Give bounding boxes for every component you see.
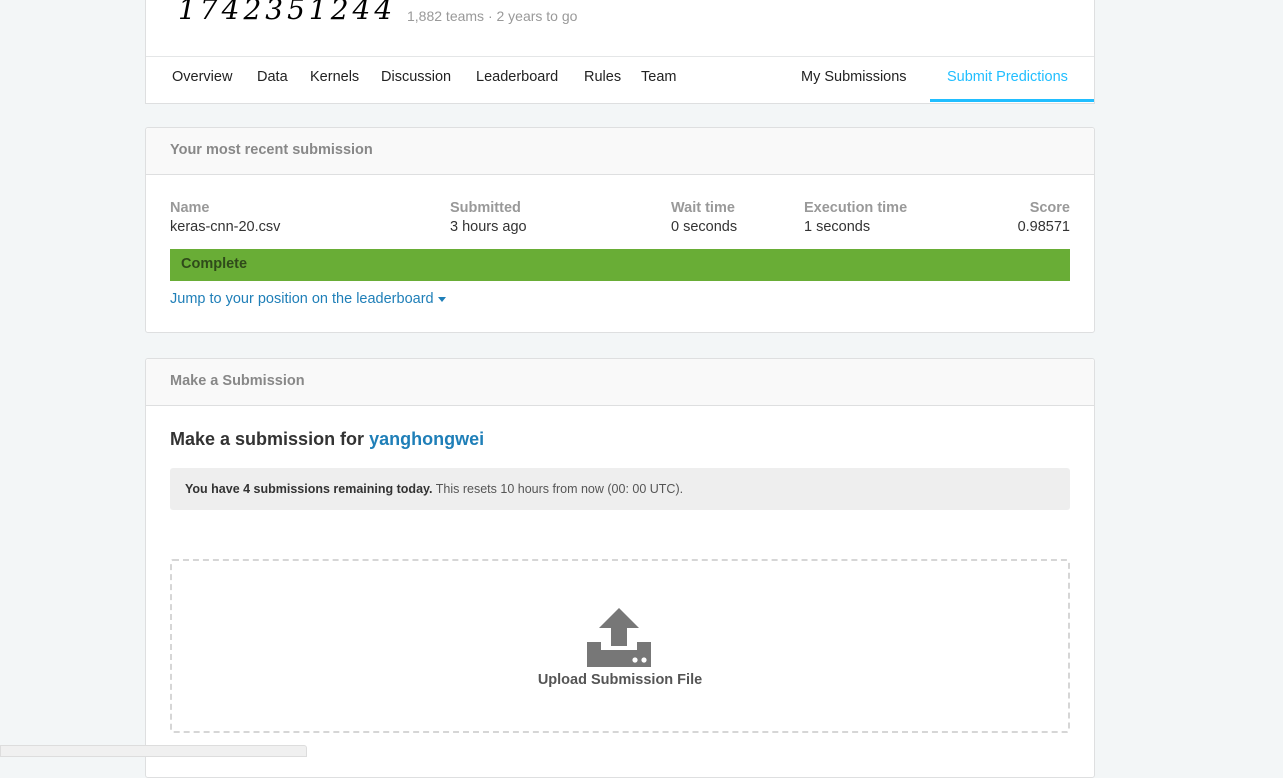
submission-title-prefix: Make a submission for: [170, 429, 365, 449]
name-value: keras-cnn-20.csv: [170, 219, 281, 235]
execution-time-value: 1 seconds: [804, 219, 871, 235]
submitted-label: Submitted: [450, 200, 521, 216]
submission-title: Make a submission for yanghongwei: [170, 429, 484, 450]
wait-time-column: Wait time 0 seconds: [671, 200, 737, 235]
jump-to-leaderboard-link[interactable]: Jump to your position on the leaderboard: [170, 291, 446, 307]
tab-kernels[interactable]: Kernels: [310, 69, 359, 85]
tab-leaderboard[interactable]: Leaderboard: [476, 69, 558, 85]
execution-time-label: Execution time: [804, 200, 908, 216]
tab-overview[interactable]: Overview: [172, 69, 232, 85]
submitted-column: Submitted 3 hours ago: [450, 200, 527, 235]
bottom-status-bar: [0, 745, 307, 757]
tab-rules[interactable]: Rules: [584, 69, 621, 85]
competition-tabs: Overview Data Kernels Discussion Leaderb…: [146, 56, 1094, 103]
tab-team[interactable]: Team: [641, 69, 676, 85]
tab-data[interactable]: Data: [257, 69, 288, 85]
wait-time-label: Wait time: [671, 200, 735, 216]
notice-bold: You have 4 submissions remaining today.: [185, 482, 433, 496]
upload-icon: [587, 608, 651, 667]
username-link[interactable]: yanghongwei: [369, 429, 484, 449]
make-submission-card: Make a Submission Make a submission for …: [145, 358, 1095, 778]
tab-discussion[interactable]: Discussion: [381, 69, 451, 85]
submitted-value: 3 hours ago: [450, 219, 527, 235]
score-value: 0.98571: [1017, 219, 1070, 235]
status-bar: Complete: [170, 249, 1070, 281]
upload-label: Upload Submission File: [537, 672, 703, 688]
jump-link-label: Jump to your position on the leaderboard: [170, 291, 434, 307]
active-tab-indicator: [930, 99, 1094, 102]
tab-my-submissions[interactable]: My Submissions: [801, 69, 907, 85]
upload-dropzone[interactable]: Upload Submission File: [170, 559, 1070, 733]
notice-rest: This resets 10 hours from now (00: 00 UT…: [432, 482, 684, 496]
competition-header: 1742351244 1,882 teams · 2 years to go O…: [145, 0, 1095, 104]
competition-meta: 1,882 teams · 2 years to go: [407, 8, 578, 24]
make-submission-heading: Make a Submission: [146, 359, 1094, 406]
tab-submit-predictions[interactable]: Submit Predictions: [947, 69, 1068, 85]
caret-down-icon: [437, 296, 446, 302]
competition-banner-image: 1742351244: [178, 0, 397, 26]
execution-time-column: Execution time 1 seconds: [804, 200, 907, 235]
name-label: Name: [170, 200, 210, 216]
name-column: Name keras-cnn-20.csv: [170, 200, 280, 235]
wait-time-value: 0 seconds: [671, 219, 738, 235]
recent-submission-heading: Your most recent submission: [146, 128, 1094, 175]
score-label: Score: [1029, 200, 1070, 216]
recent-submission-card: Your most recent submission Name keras-c…: [145, 127, 1095, 333]
submissions-remaining-notice: You have 4 submissions remaining today. …: [170, 468, 1070, 510]
score-column: Score 0.98571: [1018, 200, 1070, 235]
